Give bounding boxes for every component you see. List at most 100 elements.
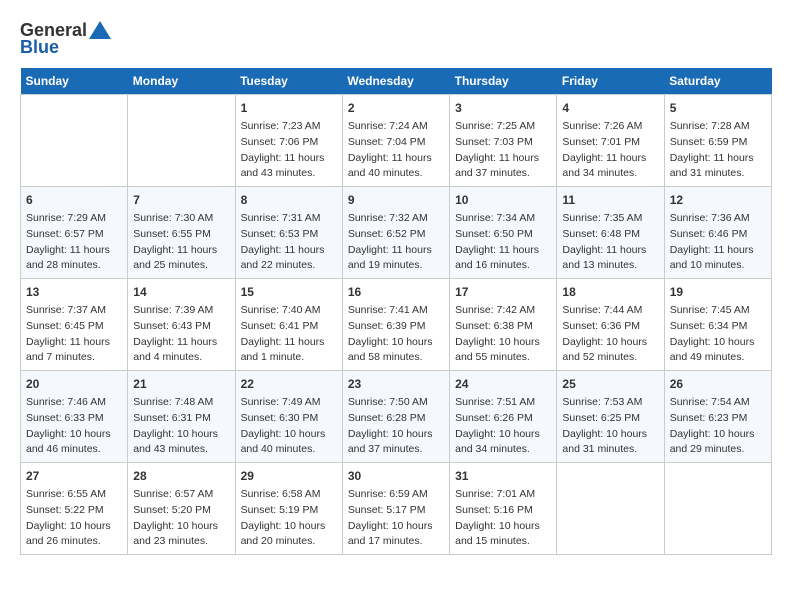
day-number: 22 xyxy=(241,375,337,393)
calendar-cell: 23 Sunrise: 7:50 AMSunset: 6:28 PMDayligh… xyxy=(342,371,449,463)
day-number: 16 xyxy=(348,283,444,301)
day-info: Sunrise: 7:28 AMSunset: 6:59 PMDaylight:… xyxy=(670,119,766,182)
calendar-cell: 31 Sunrise: 7:01 AMSunset: 5:16 PMDayligh… xyxy=(450,463,557,555)
day-number: 6 xyxy=(26,191,122,209)
day-info: Sunrise: 7:32 AMSunset: 6:52 PMDaylight:… xyxy=(348,211,444,274)
calendar-week-5: 27 Sunrise: 6:55 AMSunset: 5:22 PMDayligh… xyxy=(21,463,772,555)
day-info: Sunrise: 6:55 AMSunset: 5:22 PMDaylight:… xyxy=(26,487,122,550)
day-number: 5 xyxy=(670,99,766,117)
day-info: Sunrise: 6:57 AMSunset: 5:20 PMDaylight:… xyxy=(133,487,229,550)
calendar-cell: 21 Sunrise: 7:48 AMSunset: 6:31 PMDayligh… xyxy=(128,371,235,463)
calendar-cell: 7Sunrise: 7:30 AMSunset: 6:55 PMDaylight… xyxy=(128,187,235,279)
day-number: 25 xyxy=(562,375,658,393)
calendar-cell xyxy=(21,95,128,187)
calendar-week-3: 13 Sunrise: 7:37 AMSunset: 6:45 PMDayligh… xyxy=(21,279,772,371)
day-number: 8 xyxy=(241,191,337,209)
day-info: Sunrise: 7:37 AMSunset: 6:45 PMDaylight:… xyxy=(26,303,122,366)
calendar-cell xyxy=(128,95,235,187)
day-info: Sunrise: 6:58 AMSunset: 5:19 PMDaylight:… xyxy=(241,487,337,550)
calendar-week-4: 20 Sunrise: 7:46 AMSunset: 6:33 PMDayligh… xyxy=(21,371,772,463)
day-info: Sunrise: 7:51 AMSunset: 6:26 PMDaylight:… xyxy=(455,395,551,458)
page-header: General Blue xyxy=(20,20,772,58)
column-header-sunday: Sunday xyxy=(21,68,128,95)
day-number: 15 xyxy=(241,283,337,301)
calendar-cell: 30 Sunrise: 6:59 AMSunset: 5:17 PMDayligh… xyxy=(342,463,449,555)
day-number: 21 xyxy=(133,375,229,393)
day-info: Sunrise: 7:54 AMSunset: 6:23 PMDaylight:… xyxy=(670,395,766,458)
calendar-table: SundayMondayTuesdayWednesdayThursdayFrid… xyxy=(20,68,772,555)
calendar-header-row: SundayMondayTuesdayWednesdayThursdayFrid… xyxy=(21,68,772,95)
day-info: Sunrise: 7:50 AMSunset: 6:28 PMDaylight:… xyxy=(348,395,444,458)
day-info: Sunrise: 7:24 AMSunset: 7:04 PMDaylight:… xyxy=(348,119,444,182)
logo: General Blue xyxy=(20,20,111,58)
calendar-cell: 12 Sunrise: 7:36 AMSunset: 6:46 PMDayligh… xyxy=(664,187,771,279)
day-number: 20 xyxy=(26,375,122,393)
day-number: 17 xyxy=(455,283,551,301)
logo-icon xyxy=(89,21,111,39)
day-info: Sunrise: 7:31 AMSunset: 6:53 PMDaylight:… xyxy=(241,211,337,274)
calendar-cell: 28 Sunrise: 6:57 AMSunset: 5:20 PMDayligh… xyxy=(128,463,235,555)
calendar-cell xyxy=(557,463,664,555)
day-info: Sunrise: 6:59 AMSunset: 5:17 PMDaylight:… xyxy=(348,487,444,550)
day-info: Sunrise: 7:29 AMSunset: 6:57 PMDaylight:… xyxy=(26,211,122,274)
day-number: 18 xyxy=(562,283,658,301)
calendar-cell: 17 Sunrise: 7:42 AMSunset: 6:38 PMDayligh… xyxy=(450,279,557,371)
day-number: 14 xyxy=(133,283,229,301)
calendar-cell: 22 Sunrise: 7:49 AMSunset: 6:30 PMDayligh… xyxy=(235,371,342,463)
column-header-monday: Monday xyxy=(128,68,235,95)
day-number: 7 xyxy=(133,191,229,209)
calendar-cell: 14Sunrise: 7:39 AMSunset: 6:43 PMDayligh… xyxy=(128,279,235,371)
day-info: Sunrise: 7:25 AMSunset: 7:03 PMDaylight:… xyxy=(455,119,551,182)
calendar-cell: 11 Sunrise: 7:35 AMSunset: 6:48 PMDayligh… xyxy=(557,187,664,279)
column-header-wednesday: Wednesday xyxy=(342,68,449,95)
day-number: 31 xyxy=(455,467,551,485)
day-number: 9 xyxy=(348,191,444,209)
day-number: 23 xyxy=(348,375,444,393)
day-info: Sunrise: 7:34 AMSunset: 6:50 PMDaylight:… xyxy=(455,211,551,274)
day-info: Sunrise: 7:42 AMSunset: 6:38 PMDaylight:… xyxy=(455,303,551,366)
day-info: Sunrise: 7:40 AMSunset: 6:41 PMDaylight:… xyxy=(241,303,337,366)
day-info: Sunrise: 7:01 AMSunset: 5:16 PMDaylight:… xyxy=(455,487,551,550)
calendar-cell: 6 Sunrise: 7:29 AMSunset: 6:57 PMDaylight… xyxy=(21,187,128,279)
day-number: 30 xyxy=(348,467,444,485)
day-info: Sunrise: 7:49 AMSunset: 6:30 PMDaylight:… xyxy=(241,395,337,458)
day-info: Sunrise: 7:53 AMSunset: 6:25 PMDaylight:… xyxy=(562,395,658,458)
calendar-cell: 26 Sunrise: 7:54 AMSunset: 6:23 PMDayligh… xyxy=(664,371,771,463)
day-info: Sunrise: 7:36 AMSunset: 6:46 PMDaylight:… xyxy=(670,211,766,274)
day-number: 26 xyxy=(670,375,766,393)
calendar-cell: 16 Sunrise: 7:41 AMSunset: 6:39 PMDayligh… xyxy=(342,279,449,371)
calendar-week-1: 1Sunrise: 7:23 AMSunset: 7:06 PMDaylight… xyxy=(21,95,772,187)
day-info: Sunrise: 7:35 AMSunset: 6:48 PMDaylight:… xyxy=(562,211,658,274)
day-info: Sunrise: 7:41 AMSunset: 6:39 PMDaylight:… xyxy=(348,303,444,366)
day-number: 29 xyxy=(241,467,337,485)
day-number: 27 xyxy=(26,467,122,485)
column-header-tuesday: Tuesday xyxy=(235,68,342,95)
calendar-cell xyxy=(664,463,771,555)
calendar-cell: 4Sunrise: 7:26 AMSunset: 7:01 PMDaylight… xyxy=(557,95,664,187)
column-header-friday: Friday xyxy=(557,68,664,95)
day-number: 28 xyxy=(133,467,229,485)
calendar-week-2: 6 Sunrise: 7:29 AMSunset: 6:57 PMDaylight… xyxy=(21,187,772,279)
calendar-cell: 13 Sunrise: 7:37 AMSunset: 6:45 PMDayligh… xyxy=(21,279,128,371)
day-number: 11 xyxy=(562,191,658,209)
day-number: 3 xyxy=(455,99,551,117)
column-header-saturday: Saturday xyxy=(664,68,771,95)
day-number: 13 xyxy=(26,283,122,301)
calendar-cell: 9 Sunrise: 7:32 AMSunset: 6:52 PMDaylight… xyxy=(342,187,449,279)
day-info: Sunrise: 7:48 AMSunset: 6:31 PMDaylight:… xyxy=(133,395,229,458)
calendar-cell: 5 Sunrise: 7:28 AMSunset: 6:59 PMDaylight… xyxy=(664,95,771,187)
day-number: 1 xyxy=(241,99,337,117)
logo-blue: Blue xyxy=(20,37,59,58)
calendar-cell: 20 Sunrise: 7:46 AMSunset: 6:33 PMDayligh… xyxy=(21,371,128,463)
calendar-cell: 24Sunrise: 7:51 AMSunset: 6:26 PMDayligh… xyxy=(450,371,557,463)
calendar-cell: 3 Sunrise: 7:25 AMSunset: 7:03 PMDaylight… xyxy=(450,95,557,187)
calendar-cell: 1Sunrise: 7:23 AMSunset: 7:06 PMDaylight… xyxy=(235,95,342,187)
day-number: 12 xyxy=(670,191,766,209)
day-info: Sunrise: 7:26 AMSunset: 7:01 PMDaylight:… xyxy=(562,119,658,182)
calendar-cell: 25 Sunrise: 7:53 AMSunset: 6:25 PMDayligh… xyxy=(557,371,664,463)
calendar-cell: 19Sunrise: 7:45 AMSunset: 6:34 PMDayligh… xyxy=(664,279,771,371)
day-info: Sunrise: 7:46 AMSunset: 6:33 PMDaylight:… xyxy=(26,395,122,458)
calendar-cell: 8 Sunrise: 7:31 AMSunset: 6:53 PMDaylight… xyxy=(235,187,342,279)
calendar-cell: 15 Sunrise: 7:40 AMSunset: 6:41 PMDayligh… xyxy=(235,279,342,371)
day-info: Sunrise: 7:45 AMSunset: 6:34 PMDaylight:… xyxy=(670,303,766,366)
